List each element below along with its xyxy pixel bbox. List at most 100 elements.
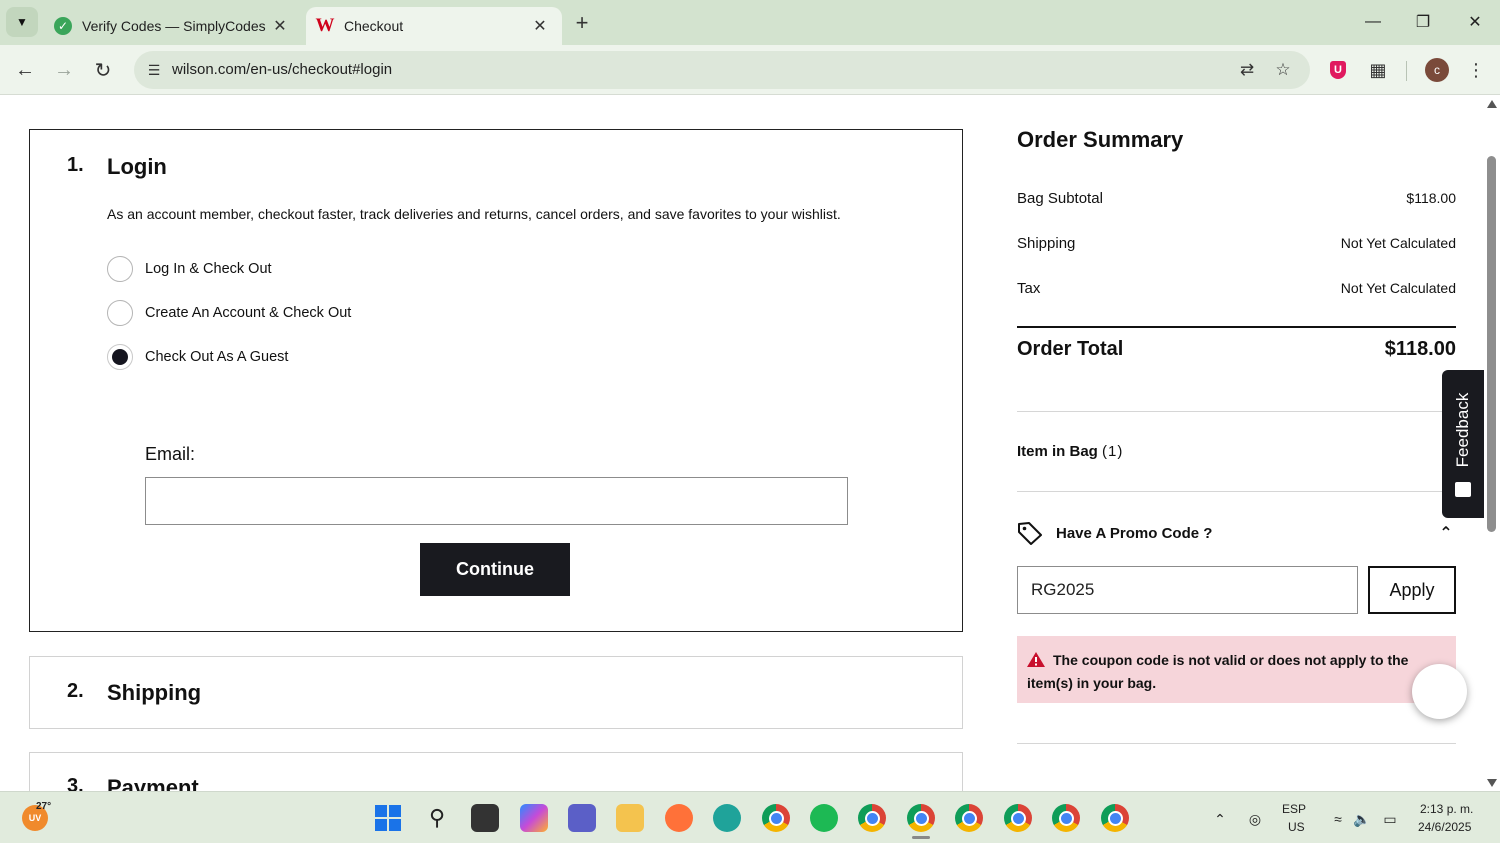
section-title: Payment — [107, 775, 199, 791]
feedback-tab[interactable]: Feedback — [1442, 370, 1484, 518]
windows-taskbar: UV 27° ⚲ ⌃ ◎ ESP US ≈ 🔈 ▭ 2:13 p. m. 24/… — [0, 791, 1500, 843]
warning-icon — [1027, 652, 1045, 667]
close-icon[interactable]: ✕ — [528, 14, 552, 38]
promo-code-toggle[interactable]: Have A Promo Code ? ⌃ — [1017, 520, 1456, 546]
radio-button[interactable] — [107, 256, 133, 282]
web-page: 1. Login As an account member, checkout … — [0, 96, 1500, 791]
email-label: Email: — [145, 444, 196, 464]
radio-guest-checkout[interactable]: Check Out As A Guest — [107, 344, 288, 370]
translate-icon[interactable]: ⇄ — [1235, 58, 1259, 82]
tax-row: Tax Not Yet Calculated — [1017, 280, 1456, 297]
apply-button[interactable]: Apply — [1368, 566, 1456, 614]
scroll-down-arrow-icon[interactable] — [1487, 779, 1497, 787]
browser-toolbar: ← → ↻ ☰ wilson.com/en-us/checkout#login … — [0, 45, 1500, 95]
feedback-icon — [1455, 482, 1471, 497]
task-view-icon[interactable] — [471, 804, 499, 832]
file-explorer-icon[interactable] — [616, 804, 644, 832]
chrome-icon[interactable] — [762, 804, 790, 832]
extension-shield-icon[interactable]: U — [1324, 56, 1352, 84]
radio-create-account[interactable]: Create An Account & Check Out — [107, 300, 351, 326]
new-tab-button[interactable]: + — [568, 9, 596, 37]
edge-icon[interactable] — [713, 804, 741, 832]
forward-arrow-icon[interactable]: → — [49, 55, 79, 85]
chrome-profile-icon[interactable] — [907, 804, 935, 832]
windows-start-icon[interactable] — [374, 804, 402, 832]
scroll-thumb[interactable] — [1487, 156, 1496, 532]
chrome-profile-icon[interactable] — [955, 804, 983, 832]
divider — [1017, 411, 1456, 412]
tab-search-button[interactable]: ▼ — [6, 7, 38, 37]
bookmark-star-icon[interactable]: ☆ — [1271, 58, 1295, 82]
shipping-cost-row: Shipping Not Yet Calculated — [1017, 235, 1456, 252]
chat-widget-button[interactable] — [1412, 664, 1467, 719]
divider — [1017, 743, 1456, 744]
language-indicator[interactable]: ESP — [1282, 802, 1306, 816]
fingerprint-icon[interactable]: ◎ — [1245, 809, 1265, 829]
chevron-up-icon[interactable]: ⌃ — [1210, 809, 1230, 829]
teams-icon[interactable] — [568, 804, 596, 832]
radio-button[interactable] — [107, 300, 133, 326]
copilot-icon[interactable] — [520, 804, 548, 832]
search-icon[interactable]: ⚲ — [423, 804, 451, 832]
site-info-icon[interactable]: ☰ — [142, 58, 166, 82]
chevron-down-icon: ▼ — [16, 15, 28, 29]
tab-strip: ▼ ✓ Verify Codes — SimplyCodes ✕ W Check… — [0, 0, 1500, 45]
restore-icon[interactable]: ❐ — [1400, 6, 1446, 38]
radio-button-selected[interactable] — [107, 344, 133, 370]
coupon-error-message: The coupon code is not valid or does not… — [1017, 636, 1456, 703]
tab-title: Checkout — [344, 18, 404, 34]
reload-icon[interactable]: ↻ — [88, 55, 118, 85]
kebab-menu-icon[interactable]: ⋮ — [1462, 56, 1490, 84]
items-in-bag-toggle[interactable]: Item in Bag (1) — [1017, 443, 1123, 460]
login-section: 1. Login As an account member, checkout … — [29, 129, 963, 632]
volume-icon[interactable]: 🔈 — [1352, 809, 1372, 829]
tab-simplycodes[interactable]: ✓ Verify Codes — SimplyCodes ✕ — [44, 7, 302, 45]
region-indicator[interactable]: US — [1288, 820, 1305, 834]
spotify-icon[interactable] — [810, 804, 838, 832]
scroll-up-arrow-icon[interactable] — [1487, 100, 1497, 108]
radio-login-checkout[interactable]: Log In & Check Out — [107, 256, 272, 282]
step-number: 3. — [67, 775, 84, 791]
section-title: Login — [107, 154, 167, 179]
temperature: 27° — [36, 801, 52, 812]
simplycodes-icon: ✓ — [54, 17, 72, 35]
step-number: 1. — [67, 154, 84, 176]
clock-time[interactable]: 2:13 p. m. — [1420, 802, 1473, 816]
summary-divider — [1017, 326, 1456, 328]
subtotal-row: Bag Subtotal $118.00 — [1017, 190, 1456, 207]
url-text[interactable]: wilson.com/en-us/checkout#login — [172, 61, 392, 78]
email-field[interactable] — [145, 477, 848, 525]
tab-title: Verify Codes — SimplyCodes — [82, 18, 266, 34]
firefox-icon[interactable] — [665, 804, 693, 832]
step-number: 2. — [67, 680, 84, 702]
profile-avatar[interactable]: c — [1423, 56, 1451, 84]
back-arrow-icon[interactable]: ← — [10, 55, 40, 85]
order-total-row: Order Total $118.00 — [1017, 338, 1456, 360]
extensions-puzzle-icon[interactable]: ▦ — [1364, 56, 1392, 84]
battery-icon[interactable]: ▭ — [1380, 809, 1400, 829]
chrome-profile-icon[interactable] — [1004, 804, 1032, 832]
close-icon[interactable]: ✕ — [268, 14, 292, 38]
window-close-icon[interactable]: ✕ — [1452, 6, 1498, 38]
tag-icon — [1018, 522, 1042, 545]
order-summary-title: Order Summary — [1017, 127, 1184, 152]
chrome-profile-icon[interactable] — [1101, 804, 1129, 832]
chevron-up-icon[interactable]: ⌃ — [1436, 523, 1456, 543]
promo-code-input[interactable] — [1017, 566, 1358, 614]
address-bar[interactable]: ☰ wilson.com/en-us/checkout#login ⇄ ☆ — [134, 51, 1310, 89]
divider — [1017, 491, 1456, 492]
tab-checkout[interactable]: W Checkout ✕ — [306, 7, 562, 45]
minimize-icon[interactable]: — — [1350, 6, 1396, 38]
continue-button[interactable]: Continue — [420, 543, 570, 596]
section-title: Shipping — [107, 680, 202, 705]
page-scrollbar[interactable] — [1484, 96, 1500, 791]
payment-section[interactable]: 3. Payment — [29, 752, 963, 791]
clock-date[interactable]: 24/6/2025 — [1418, 820, 1471, 834]
chrome-profile-icon[interactable] — [1052, 804, 1080, 832]
toolbar-divider — [1406, 61, 1407, 81]
wifi-icon[interactable]: ≈ — [1328, 809, 1348, 829]
wilson-icon: W — [315, 15, 335, 36]
shipping-section[interactable]: 2. Shipping — [29, 656, 963, 729]
chrome-profile-icon[interactable] — [858, 804, 886, 832]
login-description: As an account member, checkout faster, t… — [107, 206, 841, 222]
